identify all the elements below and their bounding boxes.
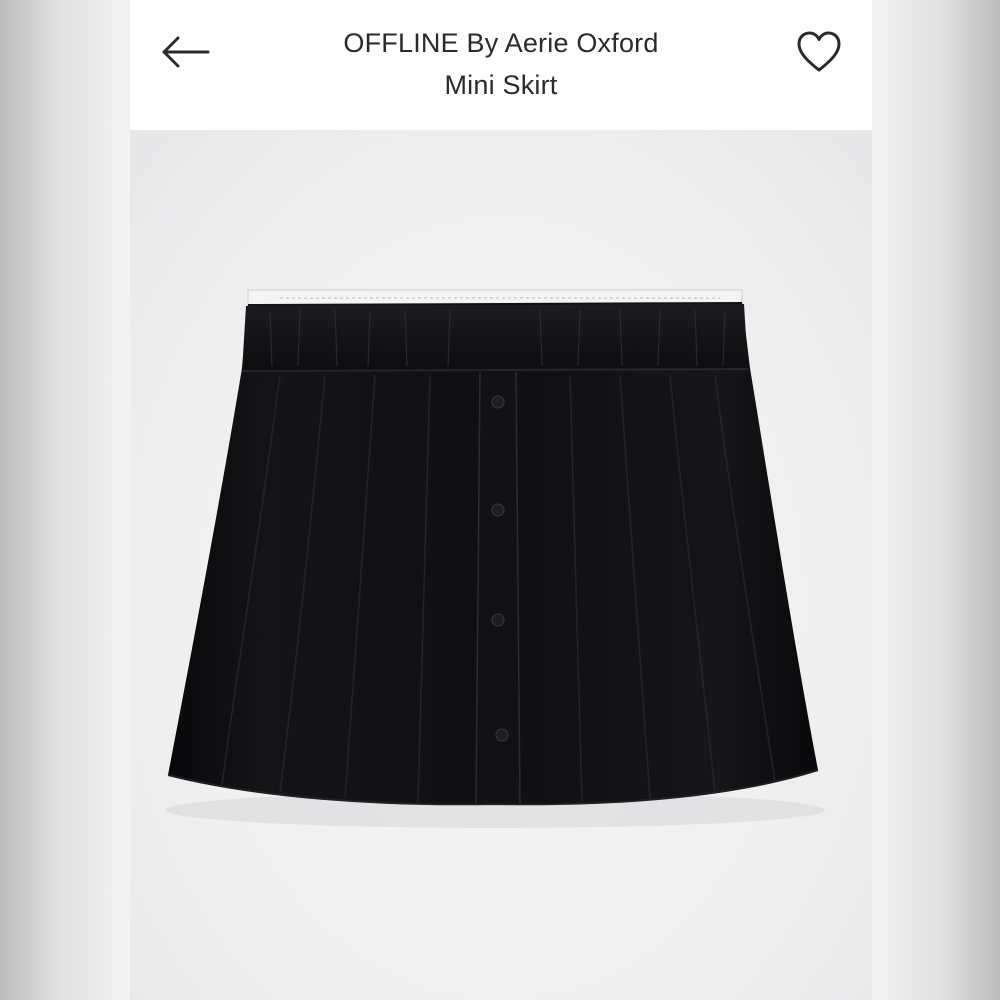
title-line-1: OFFLINE By Aerie Oxford [343,28,659,58]
top-nav-bar: OFFLINE By Aerie Oxford Mini Skirt [130,0,872,130]
page-title: OFFLINE By Aerie Oxford Mini Skirt [260,22,742,106]
arrow-left-icon [162,36,210,68]
heart-outline-icon [797,31,841,72]
back-button[interactable] [158,30,214,74]
product-image[interactable] [130,130,872,1000]
favorite-button[interactable] [796,30,842,76]
screenshot-frame: OFFLINE By Aerie Oxford Mini Skirt [0,0,1000,1000]
title-line-2: Mini Skirt [444,70,558,100]
skirt-image [165,289,825,828]
product-page: OFFLINE By Aerie Oxford Mini Skirt [130,0,872,1000]
